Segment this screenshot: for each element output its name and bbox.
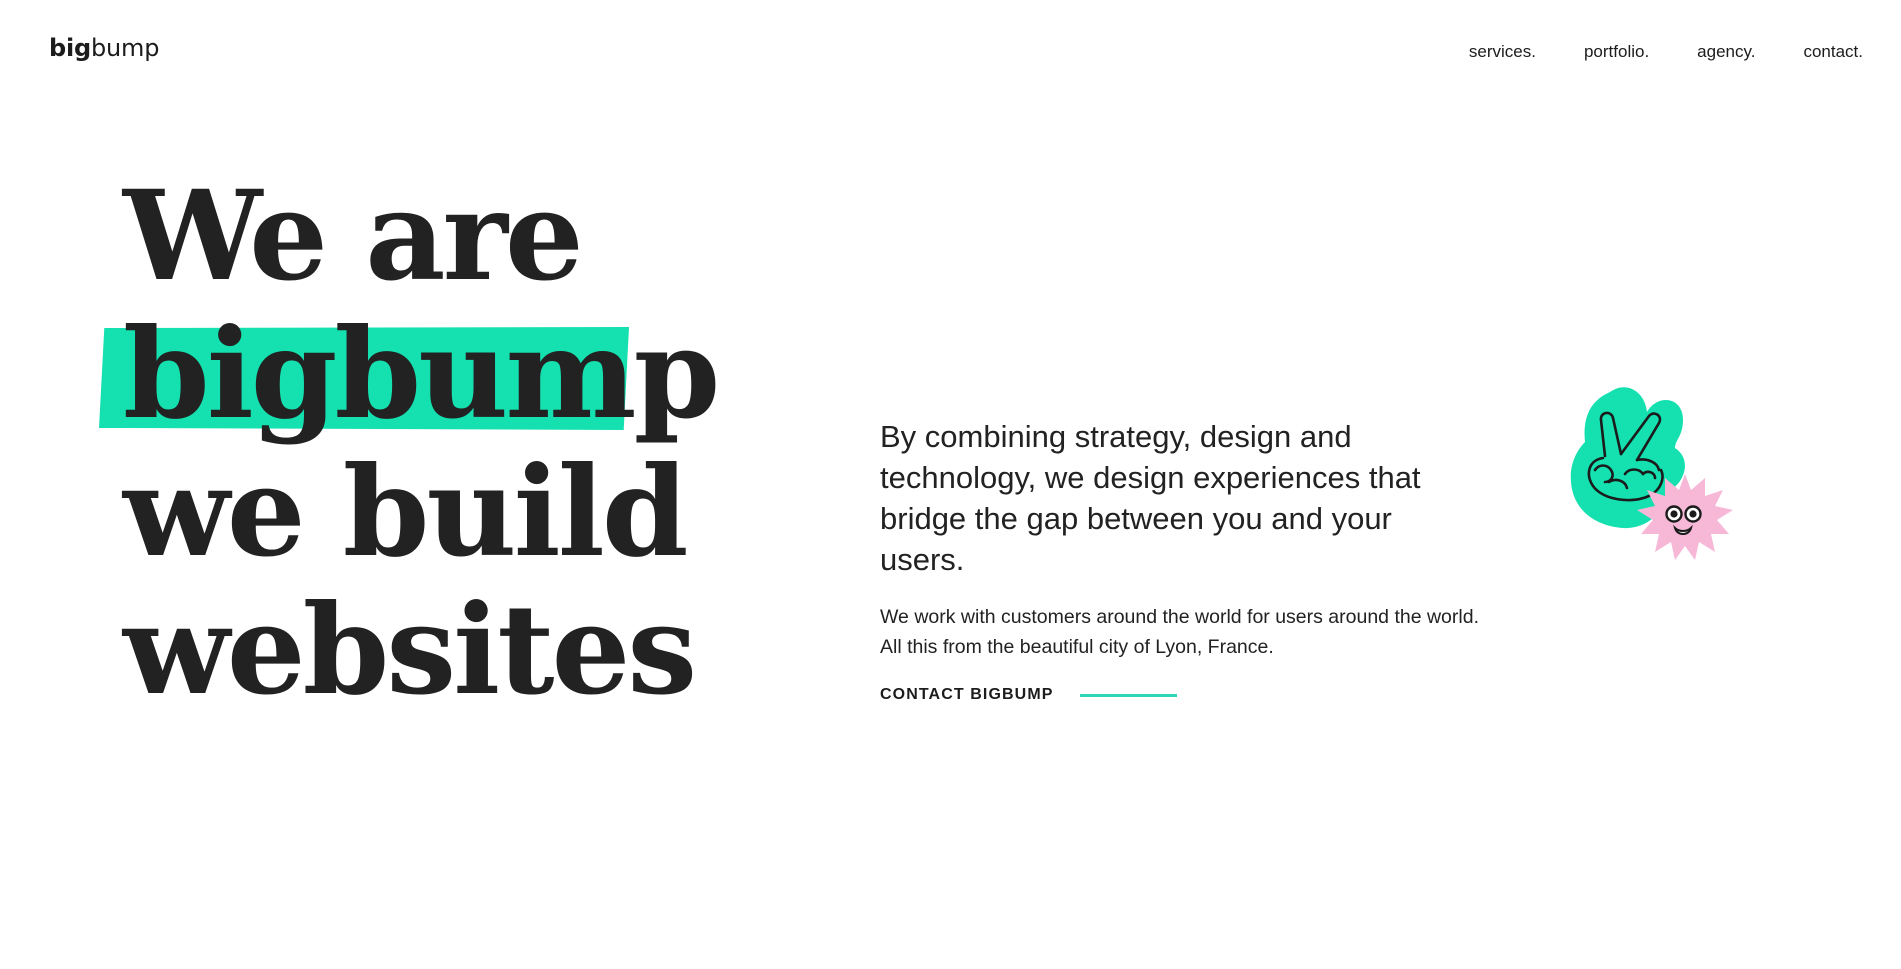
intro-block: By combining strategy, design and techno… (880, 416, 1480, 704)
logo-light: bump (91, 34, 160, 62)
main-nav: services. portfolio. agency. contact. (1469, 42, 1863, 62)
intro-body: We work with customers around the world … (880, 606, 1479, 658)
nav-services[interactable]: services. (1469, 42, 1536, 62)
page: bigbump services. portfolio. agency. con… (0, 0, 1901, 969)
headline-line-3: we build (123, 440, 689, 585)
logo-bold: big (49, 34, 91, 62)
nav-contact[interactable]: contact. (1803, 42, 1863, 62)
peace-hand-icon (1570, 387, 1733, 560)
contact-cta-button[interactable]: CONTACT BIGBUMP (880, 686, 1480, 704)
hero-headline: We are bigbump we build websites (99, 164, 720, 723)
contact-cta-label: CONTACT BIGBUMP (880, 686, 1054, 703)
cta-underline (1079, 693, 1177, 697)
logo[interactable]: bigbump (49, 34, 159, 62)
headline-line-1: We are (123, 164, 584, 309)
intro-lead: By combining strategy, design and techno… (880, 419, 1421, 577)
headline-line-2: bigbump (123, 302, 720, 447)
hero-illustration (1565, 378, 1755, 593)
nav-agency[interactable]: agency. (1697, 42, 1755, 62)
nav-portfolio[interactable]: portfolio. (1584, 42, 1649, 62)
headline-line-4: websites (123, 578, 697, 723)
